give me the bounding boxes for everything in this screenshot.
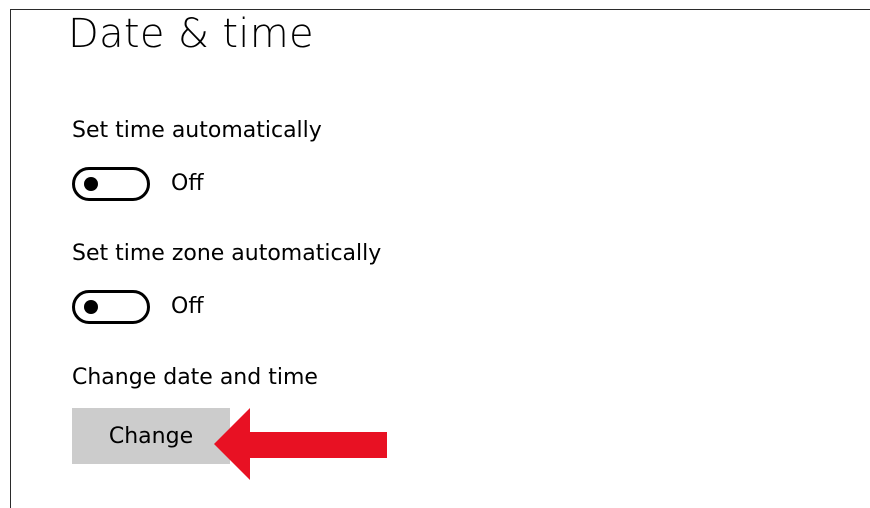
- set-time-automatically-row: Off: [72, 167, 203, 201]
- window-border-left: [10, 9, 11, 508]
- set-time-automatically-label: Set time automatically: [72, 118, 322, 143]
- left-arrow-icon: [214, 408, 387, 480]
- set-time-zone-automatically-toggle[interactable]: [72, 290, 150, 324]
- change-button[interactable]: Change: [72, 408, 230, 464]
- set-time-zone-automatically-label: Set time zone automatically: [72, 241, 382, 266]
- set-time-automatically-toggle[interactable]: [72, 167, 150, 201]
- window-border-top: [10, 9, 870, 10]
- set-time-automatically-state: Off: [171, 171, 204, 196]
- toggle-knob: [84, 177, 98, 191]
- arrow-shape: [214, 408, 387, 480]
- set-time-zone-automatically-state: Off: [171, 294, 204, 319]
- change-date-and-time-label: Change date and time: [72, 365, 318, 390]
- set-time-zone-automatically-row: Off: [72, 290, 203, 324]
- page-title: Date & time: [68, 11, 314, 57]
- toggle-knob: [84, 300, 98, 314]
